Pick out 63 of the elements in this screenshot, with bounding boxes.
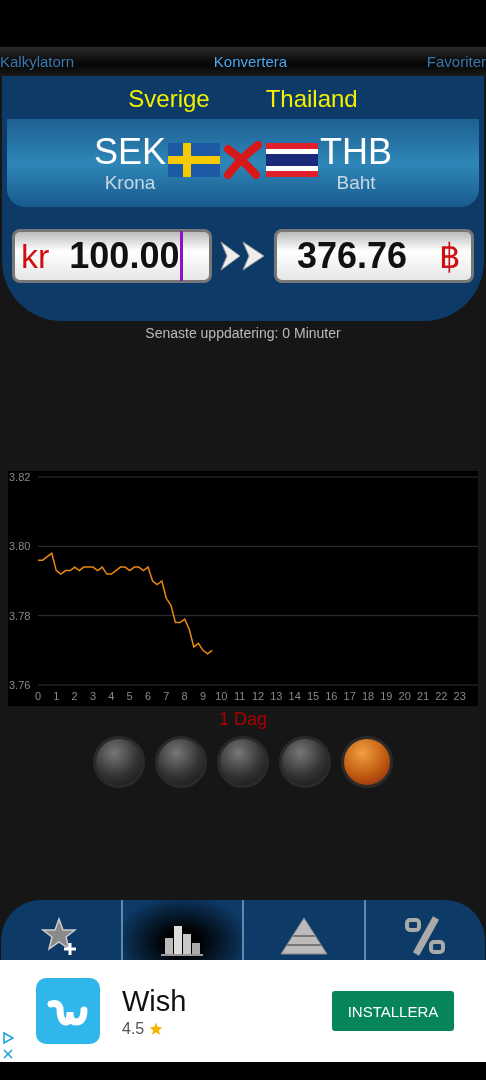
currency-symbol: ฿ — [439, 236, 461, 276]
axis-label: 6 — [144, 690, 152, 702]
percent-icon — [404, 916, 447, 956]
axis-label: 15 — [306, 690, 320, 702]
tab[interactable]: Favoriter — [426, 53, 486, 70]
axis-label: 3.80 — [9, 540, 31, 553]
axis-label: 8 — [181, 690, 188, 702]
app-name: Wish — [122, 984, 188, 1018]
sweden-flag-icon — [168, 143, 220, 177]
pyramid-icon — [278, 916, 329, 956]
axis-label: 11 — [233, 690, 246, 702]
update-text: Senaste uppdatering: 0 Minuter — [144, 325, 342, 343]
rating-value: 4.5 — [122, 1019, 145, 1038]
range-button[interactable] — [217, 736, 269, 788]
axis-label: 1 — [53, 690, 60, 702]
axis-label: 19 — [380, 690, 393, 702]
axis-label: 13 — [270, 690, 283, 702]
axis-label: 3.82 — [9, 471, 31, 483]
period-label: 1 Dag — [217, 709, 268, 730]
axis-label: 16 — [325, 690, 338, 702]
thailand-flag-icon — [266, 143, 318, 177]
toolbar-button[interactable] — [120, 900, 242, 960]
install-button[interactable]: INSTALLERA — [332, 991, 454, 1031]
bar-chart-icon — [159, 924, 206, 956]
axis-label: 0 — [34, 690, 42, 702]
tab[interactable]: Kalkylatorn — [0, 53, 75, 70]
currency-symbol: kr — [21, 236, 50, 276]
axis-label: 9 — [199, 690, 207, 702]
star-icon — [149, 1021, 164, 1036]
currency-code: THB — [320, 132, 392, 172]
tab[interactable]: Konvertera — [213, 53, 288, 70]
axis-label: 20 — [398, 690, 411, 702]
axis-label: 3 — [89, 690, 97, 702]
axis-label: 7 — [163, 690, 170, 702]
result-field: 376.76 ฿ — [274, 229, 474, 283]
axis-label: 10 — [215, 690, 228, 702]
cross-icon — [222, 141, 264, 179]
range-button[interactable] — [279, 736, 331, 788]
currency-code: SEK — [93, 132, 166, 172]
currency-name: Krona — [104, 172, 156, 194]
axis-label: 5 — [126, 690, 133, 702]
axis-label: 14 — [288, 690, 301, 702]
axis-label: 4 — [108, 690, 115, 702]
axis-label: 23 — [453, 690, 466, 702]
country-name: Thailand — [265, 85, 358, 113]
axis-label: 17 — [343, 690, 356, 702]
country-name: Sverige — [128, 85, 210, 113]
range-button[interactable] — [93, 736, 145, 788]
axis-label: 12 — [251, 690, 265, 702]
amount-field[interactable]: kr 100.00 — [12, 229, 212, 283]
axis-label: 3.78 — [9, 609, 31, 622]
currency-name: Baht — [336, 172, 376, 194]
axis-label: 22 — [435, 690, 448, 702]
range-button[interactable] — [341, 736, 393, 788]
text-cursor — [180, 231, 184, 281]
axis-label: 2 — [71, 690, 78, 702]
play-icon — [2, 1032, 14, 1044]
app-icon — [36, 978, 100, 1044]
axis-label: 21 — [416, 690, 430, 702]
range-button[interactable] — [155, 736, 207, 788]
close-icon — [2, 1048, 14, 1060]
axis-label: 18 — [361, 690, 375, 702]
axis-label: 3.76 — [9, 679, 31, 691]
